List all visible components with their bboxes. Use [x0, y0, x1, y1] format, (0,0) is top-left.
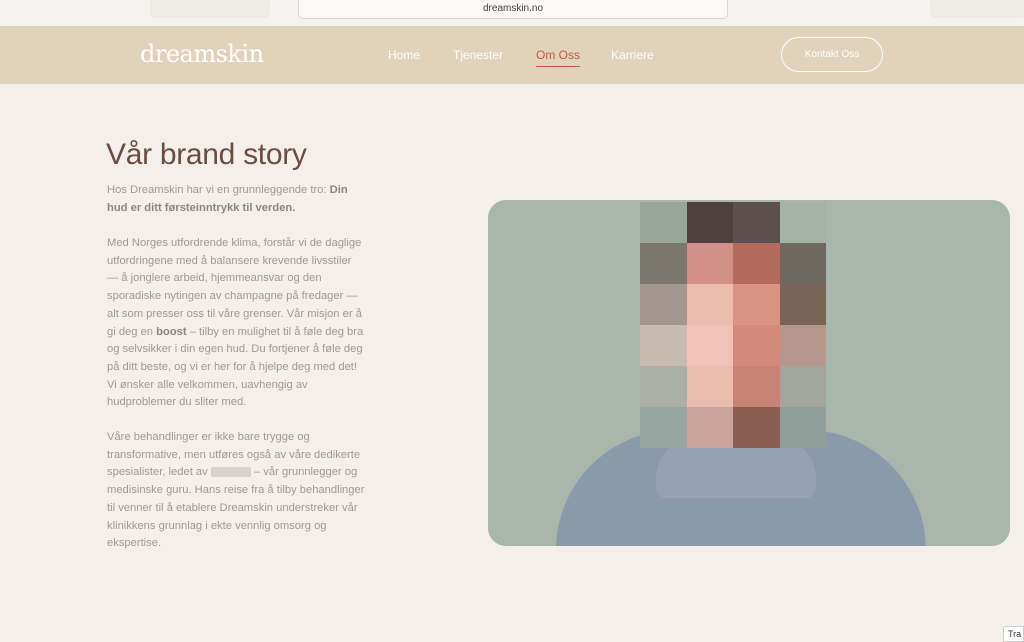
mosaic-pixel — [686, 243, 733, 284]
mosaic-pixel — [779, 366, 826, 407]
browser-chrome: dreamskin.no — [0, 0, 1024, 26]
team-paragraph: Våre behandlinger er ikke bare trygge og… — [107, 429, 365, 553]
browser-tab-placeholder — [150, 0, 270, 18]
mosaic-pixel — [640, 407, 687, 448]
nav-om-oss[interactable]: Om Oss — [536, 48, 580, 67]
address-bar[interactable]: dreamskin.no — [298, 0, 728, 19]
site-header: dreamskin Home Tjenester Om Oss Karriere… — [0, 26, 1024, 84]
mosaic-pixel — [779, 325, 826, 366]
mosaic-pixel — [779, 243, 826, 284]
mission-text-a: Med Norges utfordrende klima, forstår vi… — [107, 237, 362, 338]
mosaic-pixel — [733, 366, 780, 407]
redacted-name — [210, 467, 251, 478]
dreamskin-logo[interactable]: dreamskin — [140, 40, 264, 68]
team-text-b: – vår grunnlegger og medisinske guru. Ha… — [107, 466, 365, 550]
mission-paragraph: Med Norges utfordrende klima, forstår vi… — [107, 235, 365, 412]
mosaic-pixel — [779, 284, 826, 325]
mosaic-pixel — [686, 407, 733, 448]
intro-paragraph: Hos Dreamskin har vi en grunnleggende tr… — [107, 182, 365, 217]
mosaic-pixel — [686, 202, 733, 243]
contact-button[interactable]: Kontakt Oss — [781, 37, 883, 72]
page-title: Vår brand story — [106, 138, 307, 171]
mosaic-pixel — [640, 243, 687, 284]
intro-text: Hos Dreamskin har vi en grunnleggende tr… — [107, 184, 330, 196]
mosaic-pixel — [733, 407, 780, 448]
mosaic-pixel — [640, 202, 687, 243]
nav-home[interactable]: Home — [388, 48, 420, 62]
nav-tjenester[interactable]: Tjenester — [453, 48, 503, 62]
mosaic-pixel — [733, 284, 780, 325]
mission-bold-text: boost — [156, 325, 187, 338]
mosaic-pixel — [686, 366, 733, 407]
browser-tab-placeholder — [930, 0, 1024, 18]
mosaic-pixel — [686, 284, 733, 325]
founder-photo — [488, 200, 1010, 546]
translate-tab[interactable]: Tra — [1003, 626, 1024, 642]
mosaic-pixel — [640, 284, 687, 325]
nav-karriere[interactable]: Karriere — [611, 48, 654, 62]
mosaic-pixel — [733, 202, 780, 243]
mosaic-pixel — [733, 325, 780, 366]
mosaic-pixel — [779, 202, 826, 243]
mosaic-pixel — [686, 325, 733, 366]
pixelated-face — [640, 202, 826, 448]
mosaic-pixel — [733, 243, 780, 284]
mosaic-pixel — [640, 325, 687, 366]
mosaic-pixel — [779, 407, 826, 448]
mosaic-pixel — [640, 366, 687, 407]
